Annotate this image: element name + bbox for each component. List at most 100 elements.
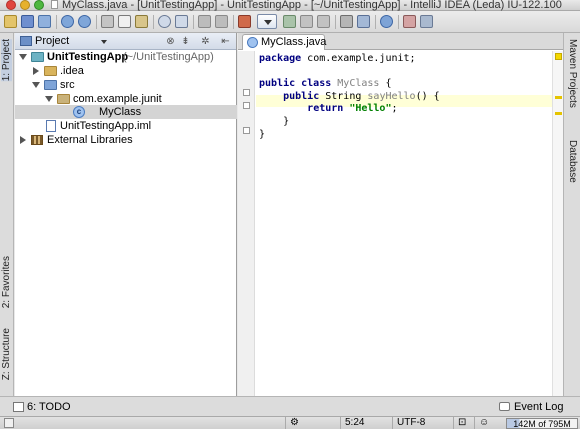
toolbar-separator [56,15,57,29]
toolbar-separator [398,15,399,29]
close-window-button[interactable] [6,0,16,10]
redo-icon[interactable] [78,15,91,28]
hide-panel-icon[interactable]: ⇤ [220,36,231,47]
replace-icon[interactable] [175,15,188,28]
source-folder-icon [44,80,57,90]
zoom-window-button[interactable] [34,0,44,10]
chevron-down-icon[interactable] [45,96,53,102]
toolbar-separator [335,15,336,29]
chevron-right-icon[interactable] [33,67,39,75]
module-file-icon [46,120,56,132]
toolbar-separator [233,15,234,29]
project-view-icon [20,36,32,46]
scroll-to-source-icon[interactable]: ⊗ [165,36,176,47]
chevron-right-icon[interactable] [20,136,26,144]
find-icon[interactable] [158,15,171,28]
editor-tab-label: MyClass.java [261,36,327,48]
tab-database[interactable]: Database [567,140,578,183]
project-structure-icon[interactable] [357,15,370,28]
tab-todo[interactable]: 6: TODO [27,401,71,413]
event-log-icon [499,402,510,411]
make-project-icon[interactable] [238,15,251,28]
status-bar: ⚙ 5:24 UTF-8 ⊡ ☺ 142M of 795M [0,416,580,429]
fold-marker-icon[interactable] [243,102,250,109]
code-line: return "Hello"; [307,103,398,115]
editor-gutter [238,51,255,396]
run-configuration-dropdown[interactable] [257,14,277,29]
toolbar-separator [375,15,376,29]
chevron-down-icon[interactable] [19,54,27,60]
editor-tab-myclass[interactable]: MyClass.java [242,34,327,50]
main-toolbar [0,11,580,33]
tab-maven-projects[interactable]: Maven Projects [567,39,578,108]
forward-icon[interactable] [215,15,228,28]
lock-icon[interactable]: ⊡ [453,417,473,429]
tab-structure[interactable]: Z: Structure [1,328,12,380]
memory-indicator[interactable]: 142M of 795M [506,418,578,429]
toolbar-separator [193,15,194,29]
debug-icon[interactable] [300,15,313,28]
copy-icon[interactable] [118,15,131,28]
gear-icon[interactable]: ✲ [200,36,211,47]
tab-project[interactable]: 1: Project [1,39,12,82]
coverage-icon[interactable] [317,15,330,28]
chevron-down-icon[interactable] [32,82,40,88]
toolbar-separator [96,15,97,29]
code-editor[interactable]: package com.example.junit; public class … [259,53,440,141]
back-icon[interactable] [198,15,211,28]
class-icon: c [73,106,85,118]
folder-icon [44,66,57,76]
class-icon [247,37,258,48]
package-icon [57,94,70,104]
run-icon[interactable] [283,15,296,28]
todo-icon [13,402,24,412]
open-icon[interactable] [4,15,17,28]
project-panel-title[interactable]: Project [35,35,69,47]
collapse-all-icon[interactable]: ⇟ [180,36,191,47]
save-icon[interactable] [21,15,34,28]
warning-mark[interactable] [555,112,562,115]
tree-item-label: com.example.junit [73,93,162,105]
tree-item-label: MyClass [99,106,142,118]
project-tool-window: Project ⊗ ⇟ ✲ ⇤ UnitTestingApp (~/UnitTe… [15,33,237,396]
minimize-window-button[interactable] [20,0,30,10]
library-icon [31,135,43,145]
code-line: public String sayHello() { [283,90,440,102]
chevron-down-icon[interactable] [101,40,107,44]
caret-position[interactable]: 5:24 [340,417,391,429]
cut-icon[interactable] [101,15,114,28]
warning-mark[interactable] [555,96,562,99]
code-line: public class MyClass { [259,78,392,90]
tree-item-label: UnitTestingApp [47,51,129,63]
vcs-icon[interactable] [420,15,433,28]
title-bar: MyClass.java - [UnitTestingApp] - UnitTe… [0,0,580,11]
tree-item-label: .idea [60,65,84,77]
tree-item-path: (~/UnitTestingApp) [123,51,214,63]
module-folder-icon [31,52,44,62]
tool-windows-icon[interactable] [4,418,14,428]
fold-marker-icon[interactable] [243,127,250,134]
code-line: package com.example.junit; [259,53,416,64]
project-panel-header: Project ⊗ ⇟ ✲ ⇤ [15,33,236,50]
left-tool-stripe: 1: Project 2: Favorites Z: Structure [0,33,14,396]
tree-item-label: UnitTestingApp.iml [60,120,152,132]
hector-icon[interactable]: ☺ [474,417,504,429]
editor-area: MyClass.java package com.example.junit; … [238,33,563,396]
undo-icon[interactable] [61,15,74,28]
tasks-icon[interactable] [403,15,416,28]
fold-marker-icon[interactable] [243,89,250,96]
error-stripe [552,51,563,396]
paste-icon[interactable] [135,15,148,28]
tree-item-label: src [60,79,75,91]
tab-favorites[interactable]: 2: Favorites [1,256,12,308]
code-line: } [283,115,290,127]
settings-icon[interactable] [340,15,353,28]
file-encoding[interactable]: UTF-8 [392,417,452,429]
sync-icon[interactable] [38,15,51,28]
inspection-status-icon[interactable] [555,53,562,60]
tab-event-log[interactable]: Event Log [514,401,564,413]
toolbar-separator [153,15,154,29]
help-icon[interactable] [380,15,393,28]
inspector-icon[interactable]: ⚙ [285,417,301,429]
